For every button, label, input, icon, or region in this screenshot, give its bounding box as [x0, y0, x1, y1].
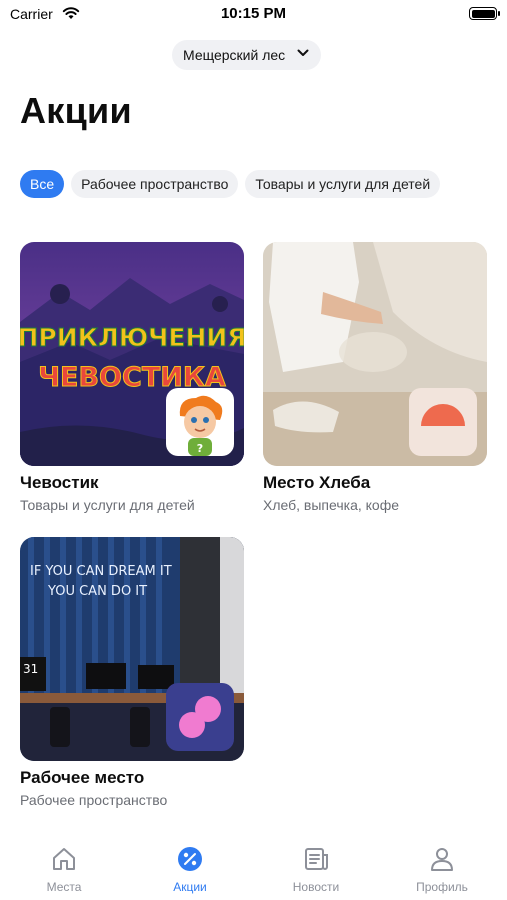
- profile-icon: [431, 848, 453, 871]
- card-title: Место Хлеба: [263, 473, 371, 492]
- news-icon: [305, 848, 328, 870]
- card-image: IF YOU CAN DREAM IT YOU CAN DO IT 31: [20, 537, 244, 761]
- card-image: [263, 242, 487, 466]
- location-selector[interactable]: Мещерский лес: [172, 40, 322, 70]
- filter-chip-all[interactable]: Все: [20, 170, 65, 198]
- tab-promotions[interactable]: Акции: [127, 845, 253, 894]
- two-dots-icon: [179, 696, 221, 738]
- tab-news[interactable]: Новости: [253, 845, 379, 894]
- tab-places[interactable]: Места: [1, 845, 127, 894]
- cover-title-line1: ПРИКЛЮЧЕНИЯ: [20, 323, 244, 352]
- tab-bar: Места Акции Новости Профиль: [0, 845, 507, 900]
- card-subtitle: Хлеб, выпечка, кофе: [263, 497, 400, 513]
- promo-card-chevostik[interactable]: ПРИКЛЮЧЕНИЯ ЧЕВОСТИКА ? Чевостик Товары …: [20, 242, 244, 513]
- chevostik-logo: ?: [166, 388, 234, 456]
- chevostik-character-icon: ?: [179, 395, 223, 456]
- neon-sign-line1: IF YOU CAN DREAM IT: [30, 564, 172, 579]
- status-time: 10:15 PM: [220, 5, 287, 22]
- card-subtitle: Товары и услуги для детей: [20, 497, 195, 513]
- promo-card-bread-place[interactable]: Место Хлеба Хлеб, выпечка, кофе: [263, 242, 487, 513]
- tab-profile[interactable]: Профиль: [379, 845, 505, 894]
- status-bar: Carrier 10:15 PM: [0, 0, 507, 30]
- neon-sign-line2: YOU CAN DO IT: [47, 584, 147, 599]
- filter-chip-kids[interactable]: Товары и услуги для детей: [245, 170, 441, 198]
- home-icon: [53, 848, 75, 870]
- page-title: Акции: [20, 90, 132, 131]
- tab-label: Новости: [292, 880, 340, 894]
- workplace-logo: [166, 683, 234, 751]
- filter-chips: Все Рабочее пространство Товары и услуги д…: [20, 170, 487, 200]
- badge-question-mark: ?: [197, 442, 203, 455]
- chevron-down-icon: [297, 49, 309, 56]
- bread-place-logo: [409, 388, 477, 456]
- card-subtitle: Рабочее пространство: [20, 792, 168, 808]
- half-sun-icon: [421, 404, 465, 426]
- tab-label: Профиль: [416, 880, 468, 894]
- calendar-day: 31: [23, 662, 38, 676]
- card-image: ПРИКЛЮЧЕНИЯ ЧЕВОСТИКА ?: [20, 242, 244, 466]
- card-title: Рабочее место: [20, 768, 145, 787]
- tab-label: Места: [46, 880, 82, 894]
- filter-chip-workspace[interactable]: Рабочее пространство: [71, 170, 239, 198]
- card-title: Чевостик: [20, 473, 99, 492]
- promo-card-workplace[interactable]: IF YOU CAN DREAM IT YOU CAN DO IT 31 Раб…: [20, 537, 244, 808]
- location-label: Мещерский лес: [183, 47, 286, 63]
- tab-label: Акции: [173, 880, 207, 894]
- percent-icon: [178, 847, 202, 871]
- battery-icon: [469, 7, 500, 20]
